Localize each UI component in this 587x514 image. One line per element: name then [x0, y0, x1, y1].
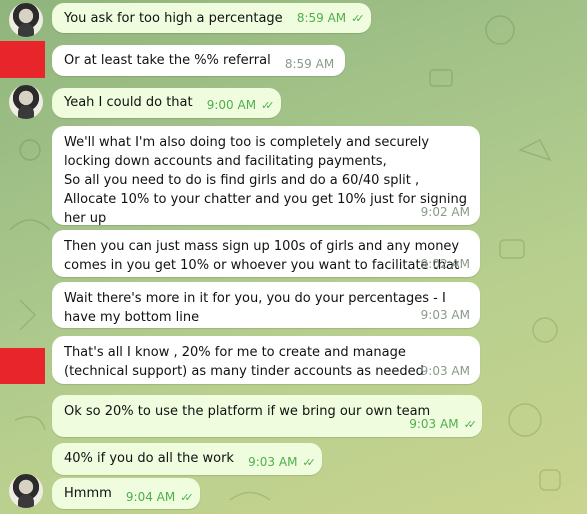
message-text: Or at least take the %% referral — [64, 53, 271, 68]
read-receipt-icon: ✓✓ — [180, 491, 194, 504]
message-bubble[interactable]: You ask for too high a percentage 8:59 A… — [52, 3, 371, 33]
redacted-avatar — [0, 348, 45, 384]
message-text: Hmmm — [64, 486, 112, 501]
message-time: 8:59 AM — [284, 57, 335, 71]
avatar[interactable] — [9, 474, 43, 508]
message-time: 9:00 AM ✓✓ — [207, 98, 275, 112]
message-bubble[interactable]: Then you can just mass sign up 100s of g… — [52, 230, 480, 277]
message-time: 8:59 AM ✓✓ — [297, 11, 365, 25]
read-receipt-icon: ✓✓ — [261, 99, 275, 112]
message-text: 40% if you do all the work — [64, 451, 234, 466]
message-bubble[interactable]: Yeah I could do that 9:00 AM ✓✓ — [52, 88, 281, 118]
message-text: We'll what I'm also doing too is complet… — [64, 135, 467, 226]
message-time: 9:03 AM — [420, 364, 470, 378]
avatar[interactable] — [9, 85, 43, 119]
read-receipt-icon: ✓✓ — [302, 456, 316, 469]
redacted-avatar — [0, 41, 45, 78]
read-receipt-icon: ✓✓ — [351, 12, 365, 25]
message-bubble[interactable]: We'll what I'm also doing too is complet… — [52, 126, 480, 226]
message-text: Wait there's more in it for you, you do … — [64, 291, 446, 325]
message-time: 9:03 AM — [420, 308, 470, 322]
message-text: Yeah I could do that — [64, 95, 193, 110]
message-bubble[interactable]: Wait there's more in it for you, you do … — [52, 282, 480, 328]
message-bubble[interactable]: 40% if you do all the work 9:03 AM ✓✓ — [52, 443, 322, 475]
message-time: 9:03 AM ✓✓ — [409, 415, 478, 434]
message-time: 9:04 AM ✓✓ — [126, 490, 194, 504]
message-bubble[interactable]: That's all I know , 20% for me to create… — [52, 336, 480, 384]
read-receipt-icon: ✓✓ — [463, 418, 478, 431]
message-time: 9:03 AM ✓✓ — [248, 455, 316, 469]
message-bubble[interactable]: Hmmm 9:04 AM ✓✓ — [52, 478, 200, 509]
message-text: Then you can just mass sign up 100s of g… — [64, 239, 460, 273]
message-bubble[interactable]: Or at least take the %% referral 8:59 AM — [52, 45, 346, 76]
message-bubble[interactable]: Ok so 20% to use the platform if we brin… — [52, 395, 482, 437]
message-time: 9:02 AM — [420, 257, 470, 271]
message-text: You ask for too high a percentage — [64, 11, 283, 26]
avatar[interactable] — [9, 3, 43, 37]
message-time: 9:02 AM — [420, 205, 470, 219]
message-text: That's all I know , 20% for me to create… — [64, 345, 424, 379]
